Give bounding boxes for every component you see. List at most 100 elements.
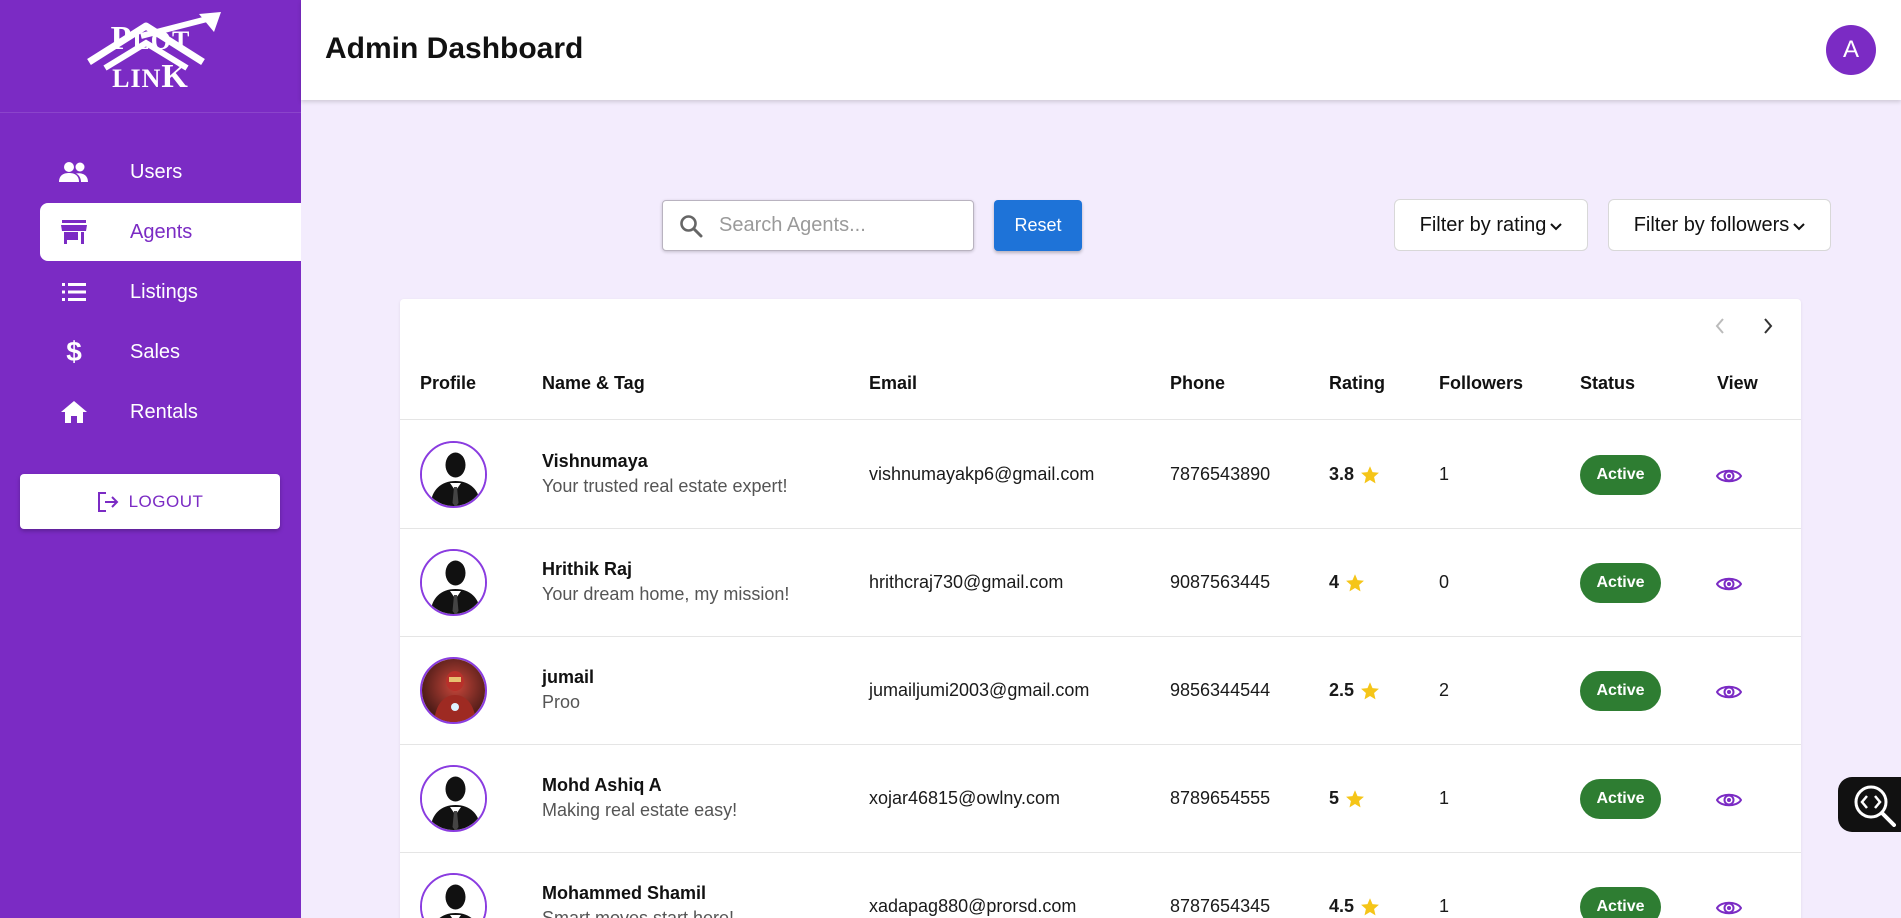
rating-value: 4.5: [1329, 896, 1355, 916]
agent-email: vishnumayakp6@gmail.com: [869, 464, 1095, 484]
agent-tag: Smart moves start here!: [542, 908, 735, 918]
agent-name: jumail: [542, 667, 595, 687]
agent-email: jumailjumi2003@gmail.com: [869, 680, 1090, 700]
agent-followers: 1: [1439, 896, 1450, 916]
table-row: Mohammed Shamil Smart moves start here! xa…: [400, 853, 1801, 918]
chevron-down-icon: [1550, 214, 1563, 237]
filter-rating-label: Filter by rating: [1419, 213, 1547, 236]
page-title: Admin Dashboard: [325, 32, 584, 65]
filter-followers-label: Filter by followers: [1633, 213, 1790, 236]
agent-rating: 4.5: [1329, 896, 1380, 917]
agent-followers: 2: [1439, 680, 1450, 700]
filter-followers-dropdown[interactable]: Filter by followers: [1608, 199, 1831, 251]
agent-email: xadapag880@prorsd.com: [869, 896, 1077, 916]
sidebar-item-label: Users: [130, 160, 183, 183]
column-header-name: Name & Tag: [542, 373, 645, 393]
store-icon: [59, 217, 89, 247]
agent-avatar: [420, 441, 487, 508]
chevron-left-icon: [1715, 318, 1724, 334]
sidebar-item-listings[interactable]: Listings: [0, 263, 301, 321]
column-header-followers: Followers: [1439, 373, 1524, 393]
agent-tag: Your dream home, my mission!: [542, 584, 790, 604]
devtools-widget[interactable]: [1838, 777, 1901, 832]
eye-icon: [1716, 685, 1742, 699]
prev-page-button[interactable]: [1707, 313, 1733, 339]
next-page-button[interactable]: [1755, 313, 1781, 339]
sidebar-item-sales[interactable]: $ Sales: [0, 323, 301, 381]
view-button[interactable]: [1714, 677, 1744, 707]
star-icon: [1361, 465, 1379, 483]
agent-followers: 1: [1439, 788, 1450, 808]
users-icon: [59, 157, 89, 187]
brand-name: PLOT LINK: [110, 20, 191, 95]
column-header-email: Email: [869, 373, 918, 393]
search-field[interactable]: [662, 200, 974, 251]
agent-followers: 1: [1439, 464, 1450, 484]
sidebar: PLOT LINK Users Agents Listings $ Sales …: [0, 0, 301, 918]
sidebar-item-label: Listings: [130, 280, 198, 303]
dollar-icon: $: [66, 336, 82, 367]
agent-name: Vishnumaya: [542, 451, 648, 471]
agent-phone: 9087563445: [1170, 572, 1271, 592]
table-row: Hrithik Raj Your dream home, my mission! h…: [400, 529, 1801, 637]
agent-rating: 2.5: [1329, 680, 1380, 701]
agent-rating: 5: [1329, 788, 1365, 809]
rating-value: 3.8: [1329, 464, 1355, 484]
list-icon: [59, 277, 89, 307]
status-badge: Active: [1580, 563, 1661, 603]
agents-table-card: Profile Name & Tag Email Phone Rating Fo…: [400, 299, 1801, 918]
sidebar-item-agents[interactable]: Agents: [40, 203, 301, 261]
agent-rating: 3.8: [1329, 464, 1380, 485]
agent-avatar: [420, 657, 487, 724]
logout-icon: [97, 491, 119, 512]
status-badge: Active: [1580, 887, 1661, 918]
agent-phone: 8787654345: [1170, 896, 1271, 916]
agent-avatar: [420, 549, 487, 616]
view-button[interactable]: [1714, 893, 1744, 918]
status-badge: Active: [1580, 455, 1661, 495]
chevron-right-icon: [1764, 318, 1773, 334]
code-search-icon: [1854, 785, 1896, 827]
agent-tag: Making real estate easy!: [542, 800, 738, 820]
agent-email: hrithcraj730@gmail.com: [869, 572, 1064, 592]
logout-button[interactable]: LOGOUT: [20, 474, 280, 529]
reset-button[interactable]: Reset: [994, 200, 1082, 251]
sidebar-item-users[interactable]: Users: [0, 143, 301, 201]
sidebar-item-rentals[interactable]: Rentals: [0, 383, 301, 441]
star-icon: [1361, 897, 1379, 915]
search-input[interactable]: [719, 214, 959, 237]
eye-icon: [1716, 901, 1742, 915]
agent-followers: 0: [1439, 572, 1450, 592]
column-header-profile: Profile: [420, 373, 477, 393]
top-header: Admin Dashboard A: [301, 0, 1901, 100]
agent-avatar: [420, 765, 487, 832]
agent-avatar: [420, 873, 487, 918]
table-header: Profile Name & Tag Email Phone Rating Fo…: [400, 369, 1801, 420]
eye-icon: [1716, 577, 1742, 591]
agent-tag: Proo: [542, 692, 581, 712]
view-button[interactable]: [1714, 461, 1744, 491]
agent-rating: 4: [1329, 572, 1365, 593]
view-button[interactable]: [1714, 569, 1744, 599]
view-button[interactable]: [1714, 785, 1744, 815]
agent-phone: 8789654555: [1170, 788, 1271, 808]
table-pagination: [1707, 313, 1781, 339]
star-icon: [1361, 681, 1379, 699]
filter-rating-dropdown[interactable]: Filter by rating: [1394, 199, 1588, 251]
rating-value: 2.5: [1329, 680, 1355, 700]
agent-name: Mohammed Shamil: [542, 883, 707, 903]
table-row: Vishnumaya Your trusted real estate exper…: [400, 421, 1801, 529]
star-icon: [1346, 789, 1364, 807]
sidebar-item-label: Sales: [130, 340, 181, 363]
eye-icon: [1716, 793, 1742, 807]
column-header-status: Status: [1580, 373, 1636, 393]
rating-value: 4: [1329, 572, 1340, 592]
user-avatar[interactable]: A: [1826, 25, 1876, 75]
sidebar-item-label: Rentals: [130, 400, 198, 423]
status-badge: Active: [1580, 779, 1661, 819]
agent-email: xojar46815@owlny.com: [869, 788, 1061, 808]
search-icon: [679, 211, 709, 241]
brand-logo[interactable]: PLOT LINK: [0, 0, 301, 113]
table-row: jumail Proo jumailjumi2003@gmail.com 985634…: [400, 637, 1801, 745]
logout-label: LOGOUT: [128, 491, 204, 511]
